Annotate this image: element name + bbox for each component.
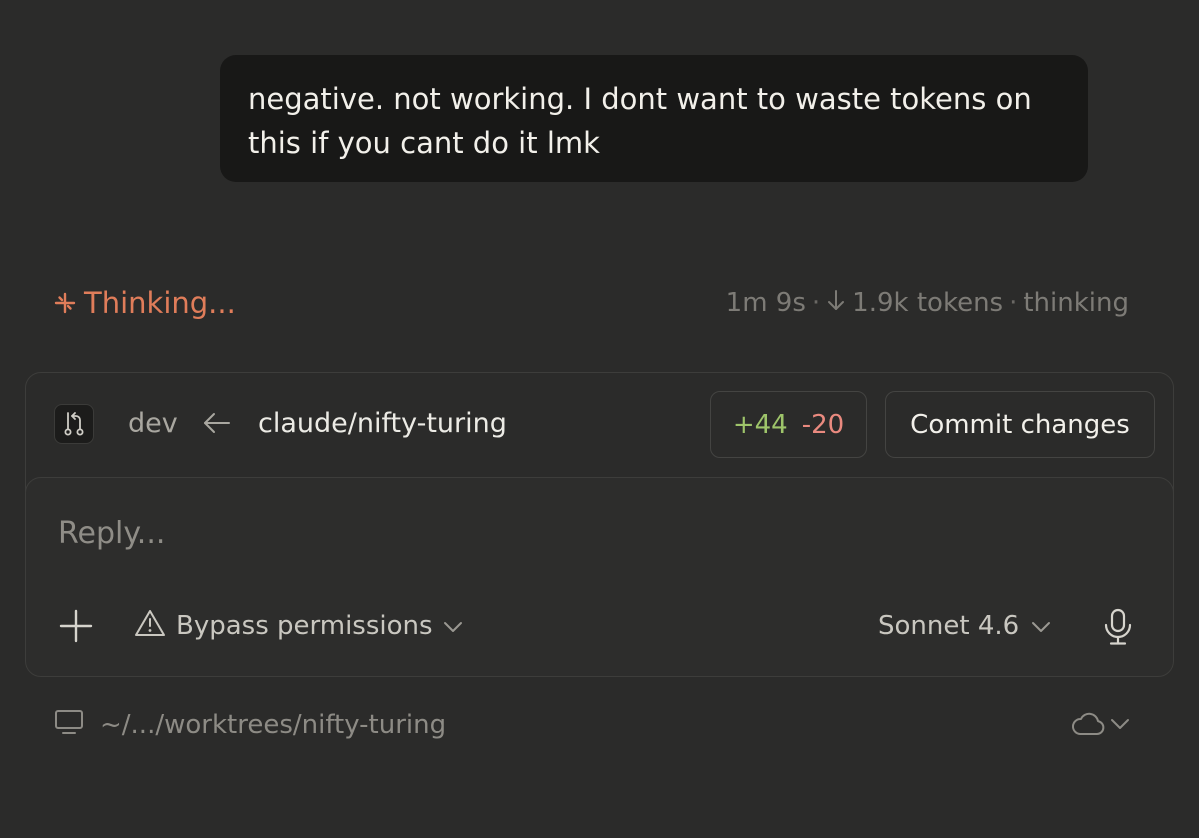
thinking-indicator: Thinking... [54, 282, 236, 324]
chevron-down-icon [1031, 611, 1051, 641]
head-branch-label: claude/nifty-turing [258, 408, 507, 439]
thinking-mode: thinking [1023, 288, 1129, 318]
add-attachment-button[interactable] [58, 608, 94, 644]
reply-composer: Bypass permissions Sonnet 4.6 [25, 477, 1174, 677]
model-label: Sonnet 4.6 [878, 611, 1020, 641]
user-message-text: negative. not working. I dont want to wa… [248, 82, 1032, 160]
chat-view: negative. not working. I dont want to wa… [0, 0, 1199, 838]
cloud-icon [1070, 709, 1106, 741]
permissions-label: Bypass permissions [176, 611, 433, 641]
git-branch-icon[interactable] [54, 404, 94, 444]
voice-input-button[interactable] [1102, 608, 1134, 646]
deletions-count: -20 [801, 409, 845, 440]
permissions-dropdown[interactable]: Bypass permissions [134, 606, 463, 646]
reply-input[interactable] [58, 508, 1138, 558]
additions-count: +44 [732, 409, 788, 440]
thinking-label: Thinking... [84, 286, 236, 320]
microphone-icon [1102, 608, 1134, 650]
chevron-down-icon [443, 611, 463, 641]
chevron-down-icon [1110, 716, 1130, 735]
elapsed-time: 1m 9s [725, 288, 806, 318]
model-selector[interactable]: Sonnet 4.6 [878, 606, 1051, 646]
spark-icon [54, 292, 76, 314]
separator-dot: · [1009, 288, 1018, 318]
base-branch-label: dev [128, 408, 178, 439]
workspace-path[interactable]: ~/.../worktrees/nifty-turing [54, 705, 446, 745]
arrow-down-icon [826, 288, 846, 318]
diff-stats-button[interactable]: +44 -20 [710, 391, 867, 458]
monitor-icon [54, 709, 84, 742]
user-message-bubble: negative. not working. I dont want to wa… [220, 55, 1088, 182]
token-count: 1.9k tokens [852, 288, 1004, 318]
thinking-meta: 1m 9s · 1.9k tokens · thinking [726, 285, 1129, 321]
separator-dot: · [811, 288, 821, 318]
environment-dropdown[interactable] [1070, 708, 1130, 742]
warning-icon [134, 609, 166, 644]
commit-changes-button[interactable]: Commit changes [885, 391, 1155, 458]
workspace-path-label: ~/.../worktrees/nifty-turing [100, 710, 447, 740]
plus-icon [58, 609, 94, 648]
arrow-left-icon [202, 411, 232, 439]
